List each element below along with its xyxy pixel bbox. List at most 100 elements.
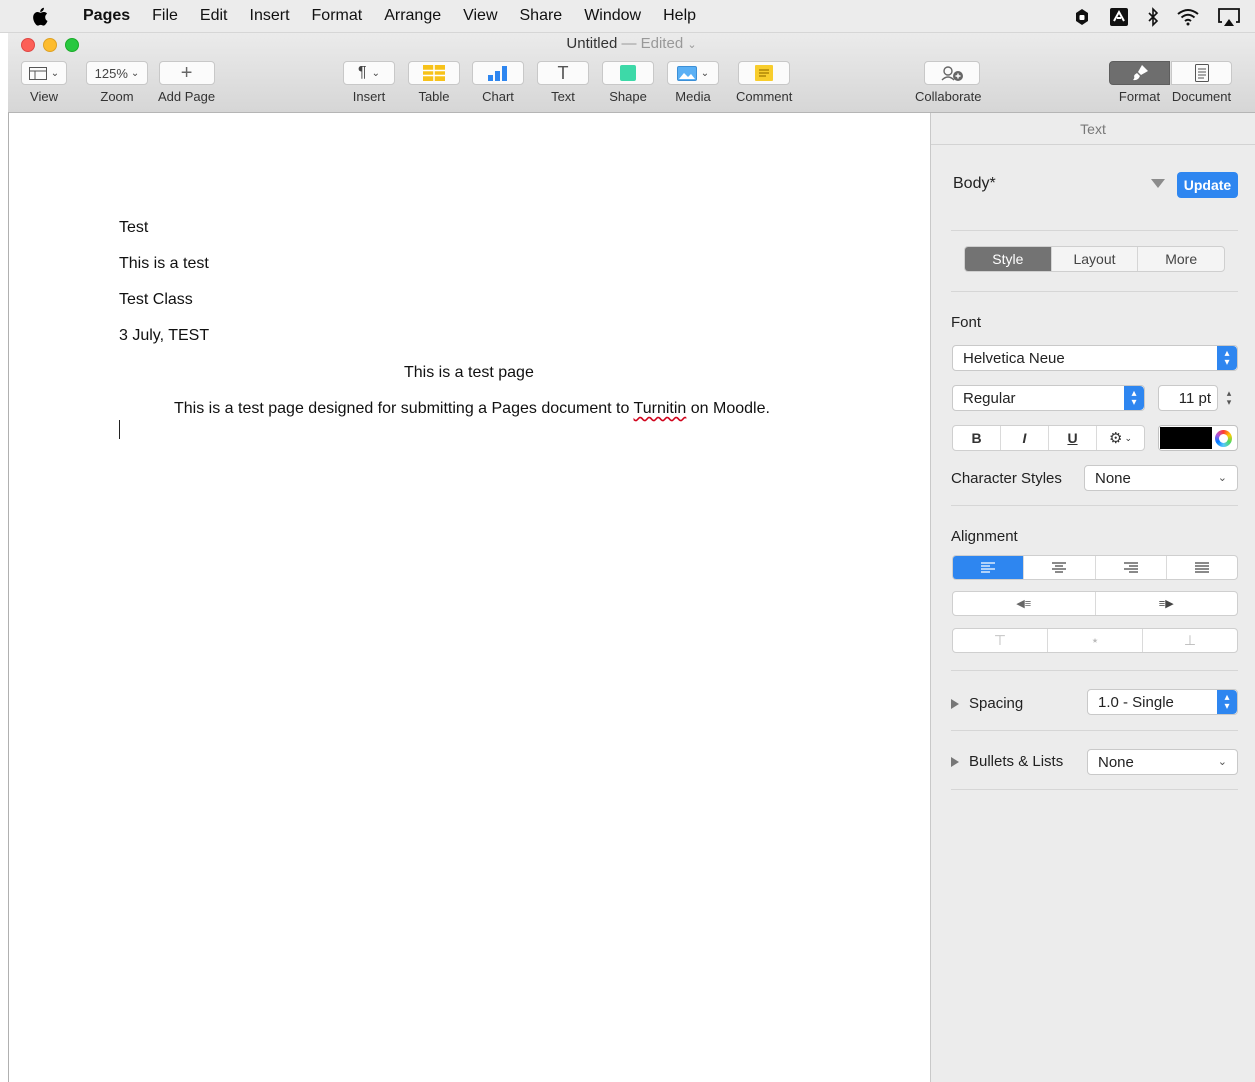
font-weight-value: Regular	[963, 389, 1016, 407]
comment-box[interactable]	[738, 61, 791, 85]
update-style-button[interactable]: Update	[1177, 172, 1238, 198]
font-weight-popup[interactable]: Regular ▴ ▾	[952, 385, 1145, 411]
style-dropdown-icon[interactable]	[1151, 179, 1165, 188]
bold-button[interactable]: B	[953, 426, 1001, 450]
paragraph-style-name[interactable]: Body*	[953, 175, 996, 193]
menu-help[interactable]: Help	[652, 0, 707, 33]
vertical-alignment-buttons: ⊤ ⋆ ⊥	[952, 628, 1238, 653]
bullets-popup[interactable]: None ⌄	[1087, 749, 1238, 775]
align-top-button[interactable]: ⊤	[953, 629, 1048, 652]
align-middle-icon: ⋆	[1090, 632, 1100, 648]
chevron-down-icon: ⌄	[130, 67, 140, 79]
adobe-icon[interactable]	[1109, 7, 1129, 27]
shape-box[interactable]	[602, 61, 654, 85]
align-center-icon	[1052, 562, 1067, 573]
table-label: Table	[418, 89, 450, 104]
alignment-buttons	[952, 555, 1238, 580]
collaborate-box[interactable]	[924, 61, 981, 85]
doc-title[interactable]: This is a test page	[404, 364, 534, 382]
decrease-indent-button[interactable]: ◀≡	[953, 592, 1096, 615]
table-box[interactable]	[408, 61, 460, 85]
spacing-popup[interactable]: 1.0 - Single ▴ ▾	[1087, 689, 1238, 715]
view-box[interactable]: ⌄	[21, 61, 67, 85]
doc-line-2[interactable]: This is a test	[119, 255, 209, 273]
chart-box[interactable]	[472, 61, 524, 85]
character-styles-popup[interactable]: None ⌄	[1084, 465, 1238, 491]
doc-line-4[interactable]: 3 July, TEST	[119, 327, 209, 345]
add-page-button[interactable]: + Add Page	[158, 61, 215, 104]
menu-arrange[interactable]: Arrange	[373, 0, 452, 33]
zoom-box[interactable]: 125% ⌄	[86, 61, 148, 85]
font-size-field[interactable]: 11 pt	[1158, 385, 1218, 411]
tab-more[interactable]: More	[1138, 247, 1224, 271]
align-bottom-button[interactable]: ⊥	[1143, 629, 1237, 652]
plus-icon[interactable]: +	[158, 61, 215, 85]
format-inspector: Text Body* Update Style Layout More Font…	[930, 113, 1255, 1082]
doc-line-3[interactable]: Test Class	[119, 291, 193, 309]
view-button[interactable]: ⌄ View	[21, 61, 67, 104]
zoom-button[interactable]: 125% ⌄ Zoom	[86, 61, 148, 104]
misspelled-word[interactable]: Turnitin	[634, 400, 687, 417]
bullets-disclosure[interactable]: Bullets & Lists	[951, 753, 1063, 770]
italic-button[interactable]: I	[1001, 426, 1049, 450]
comment-label: Comment	[736, 89, 793, 104]
title-separator: —	[621, 35, 637, 52]
document-button[interactable]: Document	[1171, 61, 1232, 104]
doc-line-1[interactable]: Test	[119, 219, 148, 237]
text-color-well[interactable]	[1158, 425, 1238, 451]
shape-button[interactable]: Shape	[602, 61, 654, 104]
font-family-popup[interactable]: Helvetica Neue ▴ ▾	[952, 345, 1238, 371]
format-button[interactable]: Format	[1109, 61, 1170, 104]
apple-menu-icon[interactable]	[32, 7, 52, 26]
comment-button[interactable]: Comment	[736, 61, 792, 104]
menu-pages[interactable]: Pages	[72, 0, 141, 33]
text-button[interactable]: T Text	[537, 61, 589, 104]
title-chevron-icon[interactable]: ⌄	[687, 39, 696, 51]
airplay-icon[interactable]	[1217, 7, 1241, 27]
insert-button[interactable]: ¶ ⌄ Insert	[343, 61, 395, 104]
spacing-disclosure[interactable]: Spacing	[951, 695, 1023, 712]
align-right-button[interactable]	[1096, 556, 1167, 579]
text-icon[interactable]: T	[537, 61, 589, 85]
menu-insert[interactable]: Insert	[239, 0, 301, 33]
document-canvas[interactable]: Test This is a test Test Class 3 July, T…	[8, 113, 930, 1082]
chart-button[interactable]: Chart	[472, 61, 524, 104]
bluetooth-icon[interactable]	[1147, 6, 1159, 27]
menu-window[interactable]: Window	[573, 0, 652, 33]
text-options-button[interactable]: ⚙ ⌄	[1097, 426, 1144, 450]
menu-format[interactable]: Format	[301, 0, 374, 33]
document-box[interactable]	[1171, 61, 1232, 85]
tab-style[interactable]: Style	[965, 247, 1052, 271]
format-box[interactable]	[1109, 61, 1170, 85]
menu-share[interactable]: Share	[509, 0, 574, 33]
document-name[interactable]: Untitled	[566, 35, 617, 52]
body-text-start: This is a test page designed for submitt…	[174, 400, 634, 417]
insert-box[interactable]: ¶ ⌄	[343, 61, 395, 85]
text-color-swatch[interactable]	[1160, 427, 1212, 449]
align-center-button[interactable]	[1024, 556, 1096, 579]
justify-button[interactable]	[1167, 556, 1237, 579]
indent-buttons: ◀≡ ≡▶	[952, 591, 1238, 616]
color-wheel-icon[interactable]	[1215, 430, 1232, 447]
font-size-stepper-icon[interactable]: ▴ ▾	[1222, 385, 1236, 411]
zoom-value: 125%	[94, 65, 128, 81]
wifi-icon[interactable]	[1177, 8, 1199, 26]
tab-layout[interactable]: Layout	[1052, 247, 1139, 271]
align-left-button[interactable]	[953, 556, 1025, 579]
menu-view[interactable]: View	[452, 0, 508, 33]
menu-file[interactable]: File	[141, 0, 189, 33]
media-box[interactable]: ⌄	[667, 61, 719, 85]
underline-button[interactable]: U	[1049, 426, 1097, 450]
increase-indent-button[interactable]: ≡▶	[1096, 592, 1238, 615]
disclosure-triangle-icon	[951, 698, 959, 709]
align-middle-button[interactable]: ⋆	[1048, 629, 1143, 652]
collaborate-button[interactable]: Collaborate	[915, 61, 982, 104]
menu-edit[interactable]: Edit	[189, 0, 239, 33]
table-button[interactable]: Table	[408, 61, 460, 104]
add-person-icon	[941, 66, 964, 81]
sidebar-icon	[28, 66, 47, 80]
hand-lock-icon[interactable]	[1073, 7, 1091, 27]
doc-body-paragraph[interactable]: This is a test page designed for submitt…	[174, 400, 770, 418]
media-button[interactable]: ⌄ Media	[667, 61, 719, 104]
spacing-value: 1.0 - Single	[1098, 693, 1174, 711]
